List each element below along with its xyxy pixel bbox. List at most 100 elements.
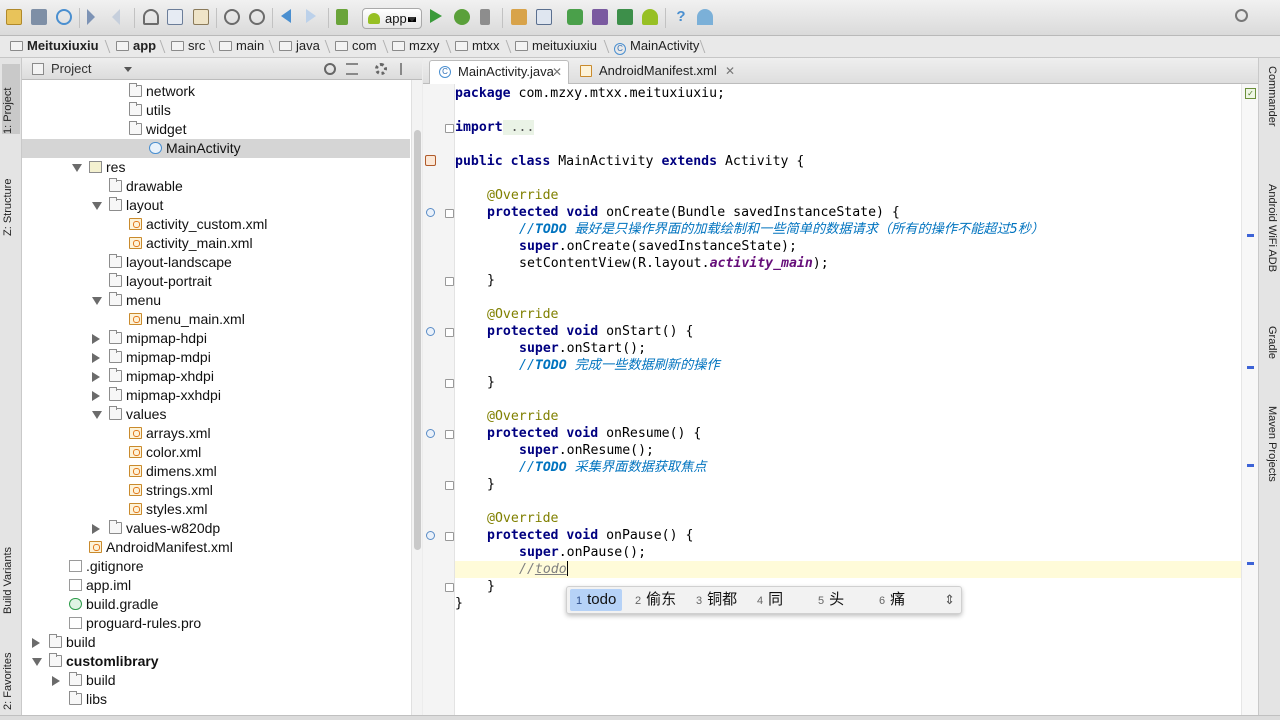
tree-item[interactable]: network	[22, 82, 410, 101]
project-tool-tab[interactable]: 1: Project	[2, 64, 20, 134]
fold-end-icon[interactable]	[445, 277, 454, 286]
replace-icon[interactable]	[249, 9, 265, 25]
scrollbar-thumb[interactable]	[414, 130, 421, 550]
settings-icon[interactable]	[536, 9, 552, 25]
ime-expand-icon[interactable]: ⇕	[944, 592, 955, 608]
ime-candidate[interactable]: 6痛	[879, 589, 905, 611]
tree-item[interactable]: activity_custom.xml	[22, 215, 410, 234]
redo-icon[interactable]	[112, 9, 120, 25]
tree-item[interactable]: layout	[22, 196, 410, 215]
breadcrumb-item[interactable]: meituxiuxiu	[515, 36, 597, 57]
paste-icon[interactable]	[193, 9, 209, 25]
tree-item[interactable]: .gitignore	[22, 557, 410, 576]
chevron-right-icon[interactable]	[32, 638, 40, 648]
chevron-down-icon[interactable]	[92, 297, 102, 305]
chevron-down-icon[interactable]	[92, 411, 102, 419]
chevron-down-icon[interactable]	[72, 164, 82, 172]
tree-item[interactable]: build	[22, 633, 410, 652]
android-lint-icon[interactable]	[697, 9, 713, 25]
gear-icon[interactable]	[375, 63, 387, 75]
ime-candidate[interactable]: 3 铜都	[696, 589, 737, 611]
tree-item[interactable]: mipmap-mdpi	[22, 348, 410, 367]
chevron-right-icon[interactable]	[92, 334, 100, 344]
project-structure-icon[interactable]	[511, 9, 527, 25]
override-marker-icon[interactable]	[426, 531, 435, 540]
tree-item[interactable]: values-w820dp	[22, 519, 410, 538]
tree-item[interactable]: MainActivity	[22, 139, 410, 158]
tree-item[interactable]: color.xml	[22, 443, 410, 462]
todo-stripe-marker[interactable]	[1247, 464, 1254, 467]
override-marker-icon[interactable]	[426, 208, 435, 217]
breadcrumb-item[interactable]: C MainActivity	[614, 36, 699, 57]
tree-item[interactable]: styles.xml	[22, 500, 410, 519]
make-project-icon[interactable]	[336, 9, 348, 25]
breadcrumb-item[interactable]: src	[171, 36, 205, 57]
tree-item[interactable]: widget	[22, 120, 410, 139]
todo-stripe-marker[interactable]	[1247, 234, 1254, 237]
tree-item[interactable]: build.gradle	[22, 595, 410, 614]
tree-item[interactable]: mipmap-xxhdpi	[22, 386, 410, 405]
breadcrumb-item[interactable]: main	[219, 36, 264, 57]
fold-collapse-icon[interactable]	[445, 430, 454, 439]
tree-item[interactable]: layout-portrait	[22, 272, 410, 291]
inspection-ok-icon[interactable]: ✓	[1245, 88, 1256, 99]
open-folder-icon[interactable]	[6, 9, 22, 25]
help-icon[interactable]: ?	[673, 9, 689, 25]
fold-end-icon[interactable]	[445, 481, 454, 490]
fold-collapse-icon[interactable]	[445, 328, 454, 337]
ime-candidate[interactable]: 4同	[757, 589, 783, 611]
debug-icon[interactable]	[454, 9, 470, 25]
override-marker-icon[interactable]	[426, 429, 435, 438]
fold-expand-icon[interactable]	[445, 124, 454, 133]
ime-candidate[interactable]: 5头	[818, 589, 844, 611]
cut-icon[interactable]	[143, 9, 159, 25]
chevron-down-icon[interactable]	[92, 202, 102, 210]
ime-candidate[interactable]: 2 偷东	[635, 589, 676, 611]
tree-item[interactable]: layout-landscape	[22, 253, 410, 272]
breadcrumb-item[interactable]: java	[279, 36, 320, 57]
chevron-down-icon[interactable]	[32, 658, 42, 666]
tree-item[interactable]: res	[22, 158, 410, 177]
undo-icon[interactable]	[87, 9, 95, 25]
chevron-right-icon[interactable]	[52, 676, 60, 686]
tree-item[interactable]: app.iml	[22, 576, 410, 595]
android-device-monitor-icon[interactable]	[642, 9, 658, 25]
close-icon[interactable]: ✕	[552, 61, 562, 83]
attach-debugger-icon[interactable]	[480, 9, 490, 25]
tree-item[interactable]: mipmap-hdpi	[22, 329, 410, 348]
chevron-right-icon[interactable]	[92, 391, 100, 401]
chevron-right-icon[interactable]	[92, 372, 100, 382]
tree-item[interactable]: customlibrary	[22, 652, 410, 671]
fold-collapse-icon[interactable]	[445, 209, 454, 218]
tree-item[interactable]: activity_main.xml	[22, 234, 410, 253]
tree-item[interactable]: utils	[22, 101, 410, 120]
project-view-select[interactable]: Project	[51, 61, 91, 76]
project-tree-scrollbar[interactable]	[411, 80, 422, 715]
copy-icon[interactable]	[167, 9, 183, 25]
tree-item[interactable]: mipmap-xhdpi	[22, 367, 410, 386]
override-marker-icon[interactable]	[426, 327, 435, 336]
chevron-down-icon[interactable]	[124, 67, 132, 72]
build-variants-tool-tab[interactable]: Build Variants	[2, 514, 20, 614]
sync-gradle-icon[interactable]	[567, 9, 583, 25]
tree-item[interactable]: AndroidManifest.xml	[22, 538, 410, 557]
tree-item[interactable]: dimens.xml	[22, 462, 410, 481]
collapse-all-icon[interactable]	[346, 63, 358, 75]
structure-tool-tab[interactable]: Z: Structure	[2, 144, 20, 236]
tree-item[interactable]: arrays.xml	[22, 424, 410, 443]
hide-panel-icon[interactable]	[400, 63, 412, 75]
tree-item[interactable]: drawable	[22, 177, 410, 196]
fold-end-icon[interactable]	[445, 379, 454, 388]
tree-item[interactable]: build	[22, 671, 410, 690]
run-icon[interactable]	[430, 9, 442, 23]
tree-item[interactable]: proguard-rules.pro	[22, 614, 410, 633]
search-icon[interactable]	[1235, 9, 1248, 22]
tab-android-manifest-xml[interactable]: AndroidManifest.xml ✕	[571, 60, 741, 84]
favorites-tool-tab[interactable]: 2: Favorites	[2, 630, 20, 710]
breadcrumb-item[interactable]: mzxy	[392, 36, 439, 57]
android-wifi-adb-tool-tab[interactable]: Android WiFi ADB	[1262, 184, 1278, 314]
todo-stripe-marker[interactable]	[1247, 562, 1254, 565]
editor-error-stripe[interactable]: ✓	[1241, 84, 1258, 715]
scroll-from-source-icon[interactable]	[324, 63, 336, 75]
chevron-right-icon[interactable]	[92, 524, 100, 534]
